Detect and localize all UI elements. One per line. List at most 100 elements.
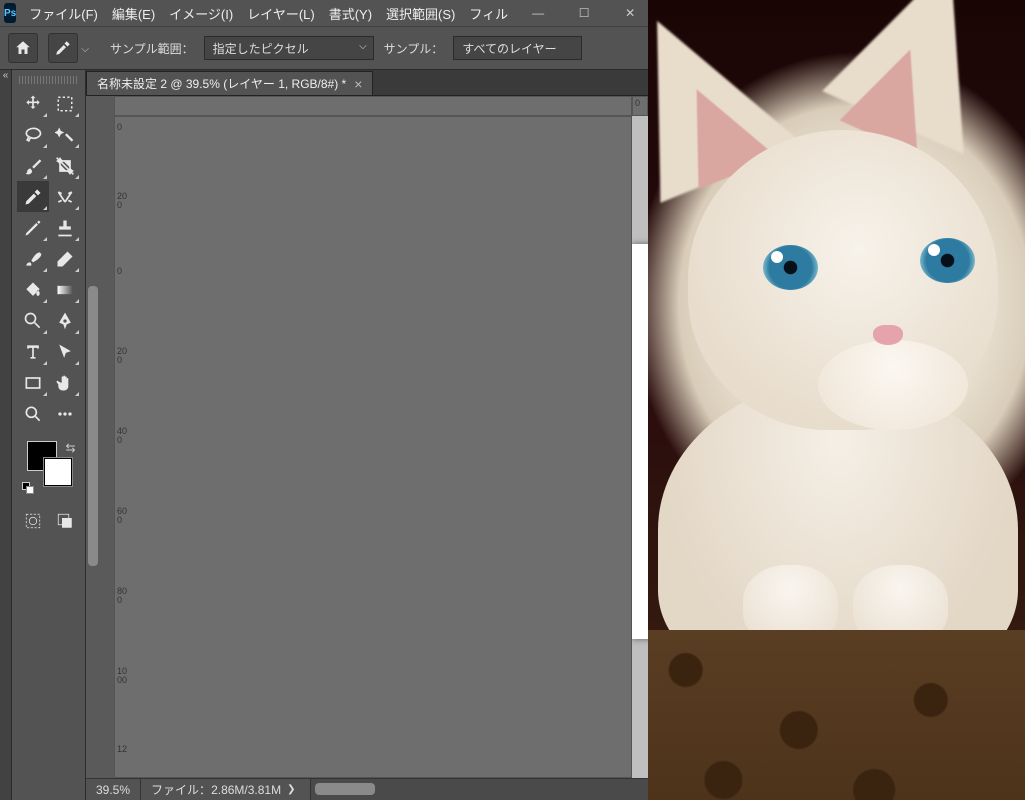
chevron-down-icon: ⌵ (81, 44, 89, 55)
image-content (873, 325, 903, 345)
sample-layers-dropdown[interactable]: すべてのレイヤー (453, 36, 581, 60)
home-icon (14, 39, 32, 57)
sample-label: サンプル： (384, 40, 444, 57)
file-info-value: 2.86M/3.81M (211, 783, 281, 797)
magnify-icon (23, 404, 43, 424)
pencil-tool[interactable] (17, 212, 49, 243)
type-tool[interactable] (17, 336, 49, 367)
hand-icon (55, 373, 75, 393)
bucket-icon (23, 280, 43, 300)
document-area: 名称未設定 2 @ 39.5% (レイヤー 1, RGB/8#) * × 0 8… (86, 70, 648, 800)
brush-icon (23, 156, 43, 176)
eyedropper-icon (54, 39, 72, 57)
gradient-icon (55, 280, 75, 300)
eyedropper-icon (23, 187, 43, 207)
status-bar: 39.5% ファイル：2.86M/3.81M ❯ (86, 778, 648, 800)
swap-colors-button[interactable]: ⇆ (65, 441, 75, 455)
menu-image[interactable]: イメージ(I) (162, 0, 240, 27)
close-tab-button[interactable]: × (354, 76, 362, 92)
type-icon (23, 342, 43, 362)
wand-icon (55, 125, 75, 145)
lasso-tool[interactable] (17, 119, 49, 150)
ruler-horizontal[interactable]: 0 800 1000 1200 1400 1600 1800 (632, 96, 648, 116)
stamp-icon (55, 218, 75, 238)
maximize-button[interactable]: ☐ (561, 0, 607, 26)
quick-select-tool[interactable] (49, 119, 81, 150)
toolbox-grip[interactable] (19, 76, 79, 84)
ruler-v-tick: 1000 (117, 667, 127, 685)
menu-layer[interactable]: レイヤー(L) (240, 0, 322, 27)
hand-tool[interactable] (49, 367, 81, 398)
pen-tool[interactable] (49, 305, 81, 336)
close-button[interactable]: ✕ (607, 0, 653, 26)
menu-type[interactable]: 書式(Y) (322, 0, 379, 27)
shape-tool[interactable] (17, 367, 49, 398)
pencil-icon (23, 218, 43, 238)
current-tool-indicator[interactable]: ⌵ (48, 33, 78, 63)
image-content (920, 238, 975, 283)
stamp-tool[interactable] (49, 212, 81, 243)
canvas[interactable] (632, 244, 648, 639)
path-select-tool[interactable] (49, 336, 81, 367)
background-color[interactable] (43, 457, 73, 487)
ruler-v-tick: 0 (117, 123, 127, 132)
default-colors-button[interactable] (22, 482, 36, 496)
dodge-tool[interactable] (17, 305, 49, 336)
chevron-right-icon: ❯ (287, 784, 295, 795)
ruler-v-tick: 200 (117, 347, 127, 365)
bucket-tool[interactable] (17, 274, 49, 305)
zoom-tool[interactable] (17, 398, 49, 429)
menu-filter[interactable]: フィル (462, 0, 515, 27)
sample-range-dropdown[interactable]: 指定したピクセル ⌵ (204, 36, 374, 60)
menu-edit[interactable]: 編集(E) (105, 0, 162, 27)
app-logo: Ps (4, 3, 16, 23)
ruler-v-tick: 200 (117, 192, 127, 210)
menu-file[interactable]: ファイル(F) (22, 0, 105, 27)
quick-mask-button[interactable] (20, 508, 46, 534)
screen-mode-button[interactable] (52, 508, 78, 534)
ruler-origin[interactable] (114, 96, 632, 116)
eraser-tool[interactable] (49, 243, 81, 274)
minimize-button[interactable]: — (515, 0, 561, 26)
canvas-scroll-area[interactable] (632, 116, 648, 778)
file-info-label: ファイル (151, 781, 199, 798)
history-brush-icon (23, 249, 43, 269)
home-button[interactable] (8, 33, 38, 63)
ruler-v-tick: 600 (117, 507, 127, 525)
marquee-icon (56, 95, 74, 113)
crop-tool[interactable] (49, 150, 81, 181)
lasso-icon (23, 125, 43, 145)
move-tool[interactable] (17, 88, 49, 119)
canvas-viewport: 0 800 1000 1200 1400 1600 1800 0 200 0 2… (86, 96, 648, 800)
window-controls: — ☐ ✕ (515, 0, 653, 26)
pen-icon (55, 311, 75, 331)
brush-tool[interactable] (17, 150, 49, 181)
document-tab-bar: 名称未設定 2 @ 39.5% (レイヤー 1, RGB/8#) * × (86, 70, 648, 96)
file-info[interactable]: ファイル：2.86M/3.81M ❯ (141, 779, 311, 800)
marquee-tool[interactable] (49, 88, 81, 119)
eraser-icon (55, 249, 75, 269)
sample-range-label: サンプル範囲： (110, 40, 194, 57)
gradient-tool[interactable] (49, 274, 81, 305)
quick-mask-row (17, 508, 81, 534)
reference-image (648, 0, 1025, 800)
photoshop-window: Ps ファイル(F) 編集(E) イメージ(I) レイヤー(L) 書式(Y) 選… (0, 0, 648, 800)
eyedropper-tool[interactable] (17, 181, 49, 212)
ruler-vertical[interactable]: 0 200 0 200 400 600 800 1000 12 (114, 116, 632, 778)
document-tab[interactable]: 名称未設定 2 @ 39.5% (レイヤー 1, RGB/8#) * × (86, 71, 373, 95)
more-tools[interactable] (49, 398, 81, 429)
horizontal-scroll-thumb[interactable] (315, 783, 375, 795)
zoom-level[interactable]: 39.5% (86, 779, 141, 800)
panel-collapse-strip[interactable]: « (0, 70, 12, 800)
crop-icon (55, 156, 75, 176)
vertical-scrollbar[interactable] (86, 96, 114, 778)
options-bar: ⌵ サンプル範囲： 指定したピクセル ⌵ サンプル： すべてのレイヤー (0, 26, 648, 70)
rectangle-icon (23, 373, 43, 393)
transform-tool[interactable] (49, 181, 81, 212)
menu-bar: Ps ファイル(F) 編集(E) イメージ(I) レイヤー(L) 書式(Y) 選… (0, 0, 648, 26)
menu-select[interactable]: 選択範囲(S) (379, 0, 462, 27)
vertical-scroll-thumb[interactable] (88, 286, 98, 566)
horizontal-scrollbar[interactable] (311, 779, 648, 800)
sample-layers-value: すべてのレイヤー (462, 40, 556, 57)
history-brush-tool[interactable] (17, 243, 49, 274)
